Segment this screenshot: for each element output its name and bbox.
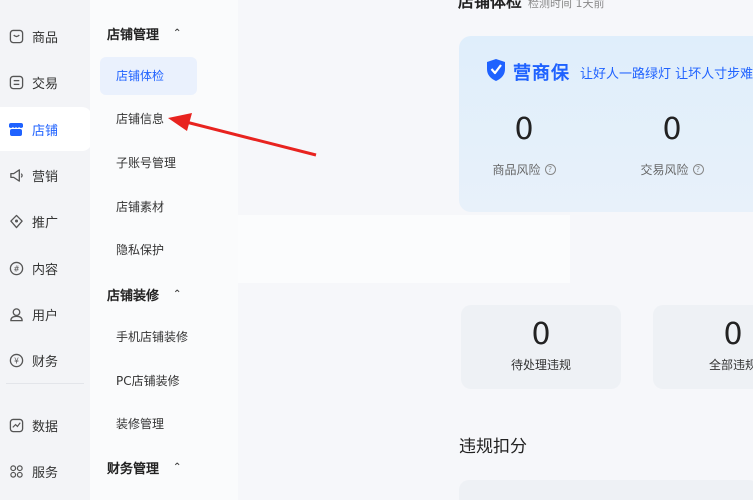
nav-label: 财务: [32, 354, 59, 370]
nav-item-trade[interactable]: 交易: [0, 60, 90, 104]
blank-overlay: [238, 215, 570, 283]
card-value: 0: [531, 317, 551, 352]
nav-item-content[interactable]: # 内容: [0, 246, 90, 290]
menu-group-store-decoration[interactable]: 店铺装修 ⌃: [107, 285, 181, 304]
store-icon: [8, 121, 24, 137]
card-all-violations[interactable]: 0 全部违规: [653, 305, 753, 389]
nav-item-finance[interactable]: ¥ 财务: [0, 338, 90, 382]
brand-name: 营商保: [513, 63, 570, 84]
metric-label: 交易风险: [640, 163, 689, 177]
chevron-up-icon: ⌃: [173, 28, 182, 39]
violation-points-card: [459, 480, 753, 500]
metric-label: 商品风险: [492, 163, 541, 177]
app-root: 商品 交易 店铺 营销 推广 # 内容 用户 ¥ 财务 数据 服务 店铺管理 ⌃…: [0, 0, 753, 500]
check-time: 检测时间 1天前: [528, 0, 605, 10]
menu-item-store-checkup[interactable]: 店铺体检: [100, 57, 197, 95]
nav-label: 营销: [32, 169, 59, 185]
nav-item-store[interactable]: 店铺: [0, 107, 92, 151]
metric-value: 0: [662, 112, 682, 147]
menu-item-store-info[interactable]: 店铺信息: [100, 100, 197, 138]
nav-item-service[interactable]: 服务: [0, 449, 90, 493]
data-icon: [8, 417, 24, 433]
nav-divider: [6, 383, 84, 384]
brand-slogan: 让好人一路绿灯 让坏人寸步难: [580, 66, 753, 82]
secondary-menu: 店铺管理 ⌃ 店铺体检 店铺信息 子账号管理 店铺素材 隐私保护 店铺装修 ⌃ …: [90, 0, 238, 500]
main-content: 店铺体检 检测时间 1天前 营商保 让好人一路绿灯 让坏人寸步难 0 商品风险? …: [238, 0, 753, 500]
product-icon: [8, 28, 24, 44]
service-icon: [8, 463, 24, 479]
menu-group-title: 店铺管理: [107, 28, 160, 43]
chevron-up-icon: ⌃: [173, 462, 182, 473]
shield-icon: [485, 58, 507, 86]
svg-text:#: #: [13, 264, 19, 273]
nav-label: 推广: [32, 215, 59, 231]
brand-banner: 营商保 让好人一路绿灯 让坏人寸步难: [485, 58, 753, 86]
card-label: 待处理违规: [510, 358, 571, 372]
menu-item-sub-accounts[interactable]: 子账号管理: [100, 144, 197, 182]
nav-label: 商品: [32, 30, 59, 46]
promotion-icon: [8, 213, 24, 229]
page-title: 店铺体检 检测时间 1天前: [458, 0, 605, 12]
menu-item-pc-decoration[interactable]: PC店铺装修: [100, 362, 197, 400]
checkup-hero-panel: 营商保 让好人一路绿灯 让坏人寸步难 0 商品风险? 0 交易风险?: [459, 36, 753, 212]
section-title-violation-points: 违规扣分: [459, 437, 527, 457]
nav-item-promotion[interactable]: 推广: [0, 199, 90, 243]
primary-nav: 商品 交易 店铺 营销 推广 # 内容 用户 ¥ 财务 数据 服务: [0, 0, 92, 500]
menu-item-decoration-manage[interactable]: 装修管理: [100, 405, 197, 443]
nav-item-data[interactable]: 数据: [0, 403, 90, 447]
menu-group-title: 店铺装修: [107, 289, 160, 304]
card-label: 全部违规: [708, 358, 753, 372]
user-icon: [8, 306, 24, 322]
nav-item-marketing[interactable]: 营销: [0, 153, 90, 197]
metric-trade-risk[interactable]: 0 交易风险?: [617, 112, 727, 178]
menu-group-finance[interactable]: 财务管理 ⌃: [107, 458, 181, 477]
nav-item-product[interactable]: 商品: [0, 14, 90, 58]
finance-icon: ¥: [8, 352, 24, 368]
nav-label: 店铺: [32, 123, 59, 139]
marketing-icon: [8, 167, 24, 183]
nav-label: 服务: [32, 465, 59, 481]
trade-icon: [8, 74, 24, 90]
svg-text:¥: ¥: [14, 356, 19, 365]
menu-item-store-assets[interactable]: 店铺素材: [100, 188, 197, 226]
help-icon[interactable]: ?: [692, 164, 704, 175]
menu-group-title: 财务管理: [107, 462, 160, 477]
nav-label: 内容: [32, 262, 59, 278]
content-icon: #: [8, 260, 24, 276]
nav-item-user[interactable]: 用户: [0, 292, 90, 336]
metric-value: 0: [514, 112, 534, 147]
card-pending-violations[interactable]: 0 待处理违规: [461, 305, 621, 389]
menu-group-store-management[interactable]: 店铺管理 ⌃: [107, 24, 181, 43]
nav-label: 用户: [32, 308, 59, 324]
nav-label: 数据: [32, 419, 59, 435]
menu-item-privacy[interactable]: 隐私保护: [100, 231, 197, 269]
metric-product-risk[interactable]: 0 商品风险?: [469, 112, 579, 178]
nav-label: 交易: [32, 76, 59, 92]
help-icon[interactable]: ?: [544, 164, 556, 175]
chevron-up-icon: ⌃: [173, 289, 182, 300]
card-value: 0: [723, 317, 743, 352]
menu-item-mobile-decoration[interactable]: 手机店铺装修: [100, 318, 197, 356]
